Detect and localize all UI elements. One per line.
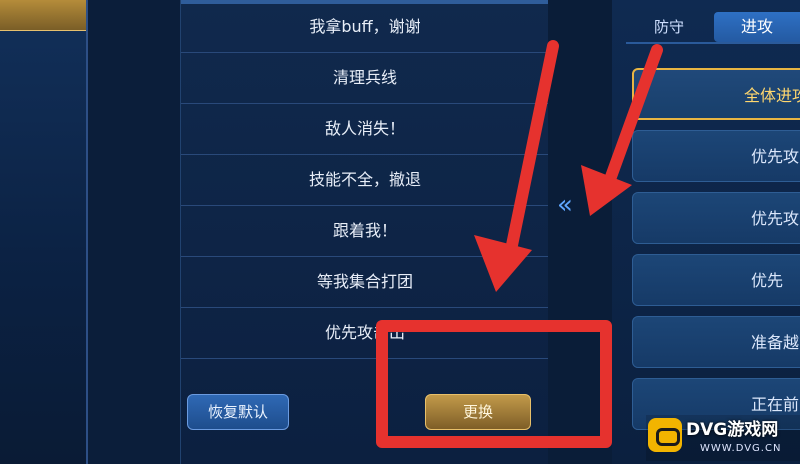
- annotation-arrow-down: [474, 40, 559, 292]
- annotation-arrows: [474, 40, 663, 292]
- gamepad-icon: [648, 418, 682, 452]
- watermark-title: DVG游戏网: [686, 420, 779, 440]
- annotation-arrow-left: [581, 44, 663, 216]
- watermark-url: WWW.DVG.CN: [700, 443, 782, 454]
